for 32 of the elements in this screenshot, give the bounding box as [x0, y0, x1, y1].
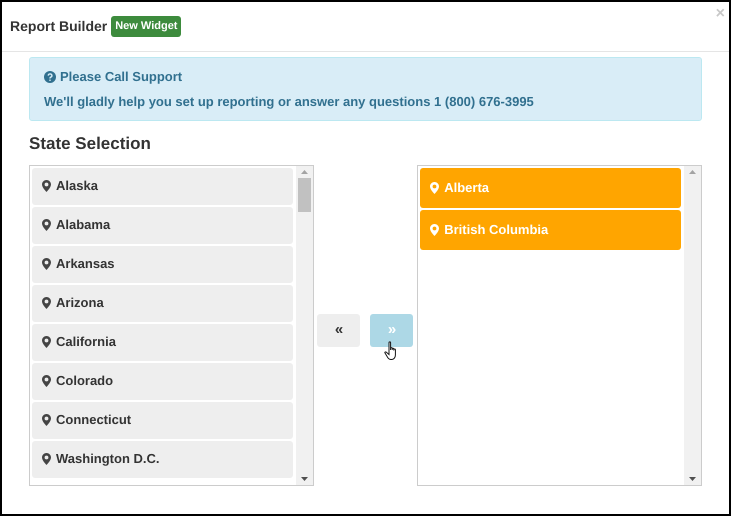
state-item[interactable]: California	[32, 324, 293, 360]
scrollbar[interactable]	[296, 166, 313, 484]
scroll-up-icon[interactable]	[688, 170, 696, 174]
map-pin-icon	[42, 219, 51, 231]
state-item[interactable]: Alaska	[32, 168, 293, 204]
scroll-down-icon[interactable]	[688, 476, 696, 480]
state-item[interactable]: Alabama	[32, 206, 293, 244]
alert-message: We'll gladly help you set up reporting or answer any questions 1 (800) 676-3995	[44, 92, 535, 111]
state-item[interactable]: Arizona	[32, 284, 293, 322]
state-item[interactable]: Arkansas	[32, 246, 293, 282]
map-pin-icon	[430, 224, 440, 236]
map-pin-icon	[42, 414, 51, 426]
scrollbar-thumb[interactable]	[298, 178, 311, 212]
dialog-title: Report Builder	[10, 17, 108, 36]
map-pin-icon	[430, 182, 440, 194]
map-pin-icon	[42, 180, 51, 192]
help-icon	[44, 70, 56, 83]
new-widget-badge: New Widget	[111, 16, 182, 37]
state-item[interactable]: Colorado	[32, 362, 293, 400]
map-pin-icon	[42, 258, 51, 270]
state-item[interactable]: Connecticut	[32, 402, 293, 438]
map-pin-icon	[42, 375, 51, 387]
scrollbar[interactable]	[684, 166, 701, 484]
move-button[interactable]: «	[317, 314, 360, 346]
state-item[interactable]: Washington D.C.	[32, 440, 293, 478]
map-pin-icon	[42, 297, 51, 309]
map-pin-icon	[42, 336, 51, 348]
scroll-up-icon[interactable]	[300, 170, 308, 174]
section-title: State Selection	[29, 133, 152, 155]
alert-title: Please Call Support	[60, 68, 182, 86]
map-pin-icon	[42, 453, 51, 465]
scroll-down-icon[interactable]	[300, 476, 308, 480]
